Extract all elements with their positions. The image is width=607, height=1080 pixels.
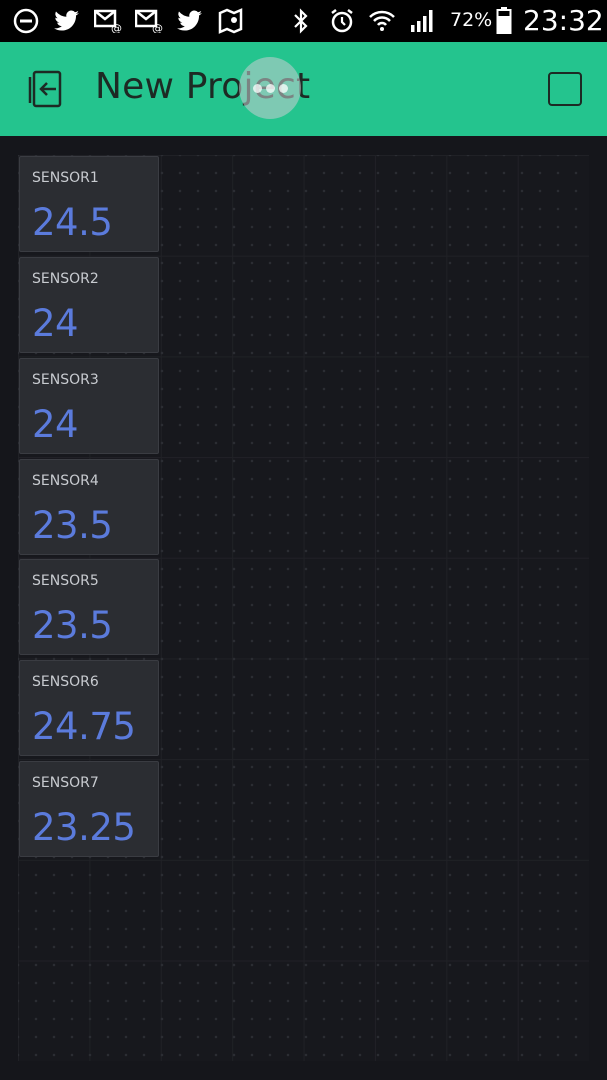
widget-label: SENSOR6 [32,674,99,690]
widget-label: SENSOR1 [32,170,99,186]
value-display-widget[interactable]: SENSOR4 23.5 [19,459,159,555]
mail-at-icon: @ [135,7,163,35]
signal-icon [408,7,436,35]
wifi-icon [368,7,396,35]
status-bar: @ @ 72% 23:32 [0,0,607,42]
widget-value: 23.5 [32,604,113,647]
svg-text:@: @ [111,22,122,33]
value-display-widget[interactable]: SENSOR7 23.25 [19,761,159,857]
svg-text:@: @ [152,22,163,33]
value-display-widget[interactable]: SENSOR3 24 [19,358,159,454]
widget-label: SENSOR3 [32,372,99,388]
widget-value: 24.5 [32,201,113,244]
battery-icon [490,7,518,35]
widget-value: 23.25 [32,806,136,849]
app-bar: New Project [0,42,607,136]
value-display-widget[interactable]: SENSOR1 24.5 [19,156,159,252]
more-dots-icon [239,84,301,93]
value-display-widget[interactable]: SENSOR2 24 [19,257,159,353]
battery-percent: 72% [450,9,493,31]
value-display-widget[interactable]: SENSOR6 24.75 [19,660,159,756]
mail-at-icon: @ [94,7,122,35]
more-options-button[interactable] [239,57,301,119]
play-button[interactable] [548,72,582,106]
widget-value: 24 [32,403,79,446]
widget-value: 24.75 [32,705,136,748]
widget-value: 23.5 [32,504,113,547]
twitter-icon [176,7,204,35]
do-not-disturb-icon [12,7,40,35]
widget-label: SENSOR4 [32,473,99,489]
map-icon [216,7,244,35]
clock: 23:32 [523,4,604,37]
bluetooth-icon [287,7,315,35]
widget-label: SENSOR7 [32,775,99,791]
alarm-icon [328,7,356,35]
twitter-icon [53,7,81,35]
widget-label: SENSOR5 [32,573,99,589]
value-display-widget[interactable]: SENSOR5 23.5 [19,559,159,655]
widget-label: SENSOR2 [32,271,99,287]
widget-value: 24 [32,302,79,345]
exit-project-icon[interactable] [26,69,70,109]
